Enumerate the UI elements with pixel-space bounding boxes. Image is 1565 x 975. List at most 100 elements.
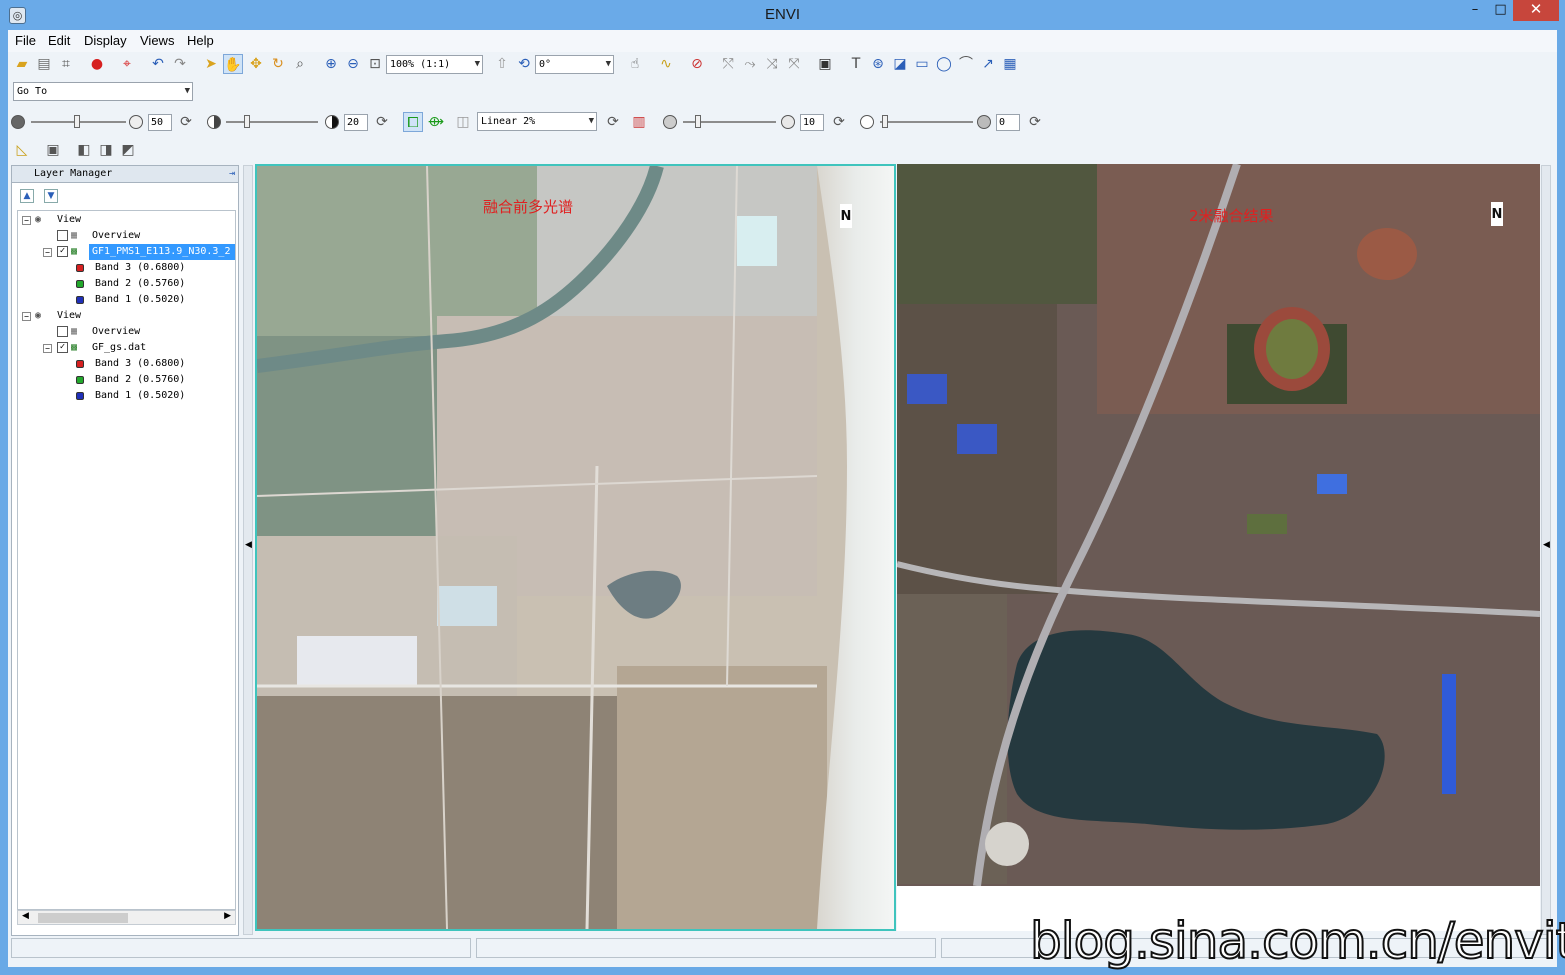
menu-file[interactable]: File (15, 33, 36, 48)
stretch-refresh-icon[interactable]: ◫ (453, 112, 473, 132)
title-bar[interactable]: ◎ ENVI – □ ✕ (0, 0, 1565, 30)
vector-b-icon[interactable]: ⤳ (740, 54, 760, 74)
collapse-toggle-icon[interactable]: − (43, 344, 52, 353)
overview-checkbox[interactable] (57, 326, 68, 337)
contrast-slider[interactable] (226, 115, 318, 128)
collapse-up-icon[interactable]: ▲ (20, 189, 34, 203)
stretch-type-select[interactable]: Linear 2% ▼ (477, 112, 597, 131)
tree-overview-node[interactable]: ▦ Overview (18, 324, 235, 340)
collapse-toggle-icon[interactable]: − (43, 248, 52, 257)
menu-views[interactable]: Views (140, 33, 174, 48)
stretch-reset-icon[interactable]: ⟳ (603, 112, 623, 132)
close-button[interactable]: ✕ (1513, 0, 1559, 21)
transparency-reset-icon[interactable]: ⟳ (1025, 112, 1045, 132)
sharpen-reset-icon[interactable]: ⟳ (829, 112, 849, 132)
histogram-icon[interactable]: ▥ (629, 112, 649, 132)
zoom-tool-icon[interactable]: ⌕ (290, 54, 310, 74)
view-blend-icon[interactable]: ◧ (74, 140, 94, 160)
maximize-button[interactable]: □ (1488, 0, 1513, 21)
tree-view-node[interactable]: − ◉ View (18, 212, 235, 228)
collapse-right-panel-icon[interactable]: ◀ (1543, 540, 1550, 550)
crop-icon[interactable]: ⌗ (56, 54, 76, 74)
layer-checkbox[interactable]: ✓ (57, 342, 68, 353)
collapse-toggle-icon[interactable]: − (22, 216, 31, 225)
arrow-annotation-icon[interactable]: ◪ (890, 54, 910, 74)
tree-band-node[interactable]: Band 3 (0.6800) (18, 356, 235, 372)
horizontal-scrollbar[interactable]: ◀ ▶ (17, 910, 236, 925)
roi-icon[interactable]: ⊘ (687, 54, 707, 74)
goto-select[interactable]: Go To ▼ (13, 82, 193, 101)
tree-layer-node[interactable]: − ✓ ▩ GF1_PMS1_E113.9_N30.3_2 (18, 244, 235, 260)
menu-display[interactable]: Display (84, 33, 127, 48)
rotate-up-icon[interactable]: ⇧ (492, 54, 512, 74)
panel-splitter[interactable]: ◀ (243, 165, 253, 935)
brightness-reset-icon[interactable]: ⟳ (176, 112, 196, 132)
contrast-input[interactable]: 20 (344, 114, 368, 131)
transparency-slider[interactable] (880, 115, 973, 128)
open-folder-icon[interactable]: ▰ (12, 54, 32, 74)
brightness-input[interactable]: 50 (148, 114, 172, 131)
overview-checkbox[interactable] (57, 230, 68, 241)
rectangle-annotation-icon[interactable]: ▭ (912, 54, 932, 74)
transparency-thumb[interactable] (882, 115, 888, 128)
ellipse-annotation-icon[interactable]: ◯ (934, 54, 954, 74)
text-annotation-icon[interactable]: T (846, 54, 866, 74)
polyline-annotation-icon[interactable]: ↗ (978, 54, 998, 74)
tree-band-node[interactable]: Band 1 (0.5020) (18, 292, 235, 308)
data-manager-icon[interactable]: ▤ (34, 54, 54, 74)
undo-icon[interactable]: ↶ (148, 54, 168, 74)
tree-overview-node[interactable]: ▦ Overview (18, 228, 235, 244)
portal-icon[interactable]: ▣ (43, 140, 63, 160)
stretch-full-icon[interactable]: ⧠ (403, 112, 423, 132)
vector-a-icon[interactable]: ⤲ (718, 54, 738, 74)
touch-icon[interactable]: ☝ (625, 54, 645, 74)
right-image-view[interactable]: 2米融合结果 N (897, 164, 1540, 931)
select-arrow-icon[interactable]: ➤ (201, 54, 221, 74)
tree-layer-node[interactable]: − ✓ ▩ GF_gs.dat (18, 340, 235, 356)
view-annotation-text[interactable]: 融合前多光谱 (483, 196, 573, 217)
layer-checkbox[interactable]: ✓ (57, 246, 68, 257)
sharpen-slider[interactable] (683, 115, 776, 128)
tree-band-node[interactable]: Band 1 (0.5020) (18, 388, 235, 404)
transparency-input[interactable]: 0 (996, 114, 1020, 131)
zoom-level-select[interactable]: 100% (1:1) ▼ (386, 55, 483, 74)
scroll-right-icon[interactable]: ▶ (224, 911, 231, 921)
pin-panel-icon[interactable]: ⇥ (229, 166, 235, 182)
spectral-profile-icon[interactable]: ∿ (656, 54, 676, 74)
symbol-icon[interactable]: ⊛ (868, 54, 888, 74)
crosshair-icon[interactable]: ⌖ (117, 54, 137, 74)
north-arrow-icon[interactable]: N (1491, 202, 1503, 226)
vector-d-icon[interactable]: ⤧ (784, 54, 804, 74)
zoom-in-icon[interactable]: ⊕ (321, 54, 341, 74)
tree-band-node[interactable]: Band 2 (0.5760) (18, 372, 235, 388)
stretch-view-icon[interactable]: ⟴ (426, 112, 446, 132)
left-image-view[interactable]: 融合前多光谱 N (255, 164, 896, 931)
tree-band-node[interactable]: Band 3 (0.6800) (18, 260, 235, 276)
scrollbar-thumb[interactable] (38, 913, 128, 923)
menu-edit[interactable]: Edit (48, 33, 70, 48)
view-annotation-text[interactable]: 2米融合结果 (1189, 205, 1274, 226)
vector-c-icon[interactable]: ⤨ (762, 54, 782, 74)
sharpen-input[interactable]: 10 (800, 114, 824, 131)
north-arrow-icon[interactable]: N (840, 204, 852, 228)
brightness-slider[interactable] (31, 115, 126, 128)
pan-hand-icon[interactable]: ✋ (223, 54, 243, 74)
view-flicker-icon[interactable]: ◨ (96, 140, 116, 160)
pixel-value-icon[interactable]: ▣ (815, 54, 835, 74)
measure-icon[interactable]: ◺ (12, 140, 32, 160)
view-swipe-icon[interactable]: ◩ (118, 140, 138, 160)
minimize-button[interactable]: – (1462, 0, 1488, 21)
rotation-select[interactable]: 0° ▼ (535, 55, 614, 74)
redo-icon[interactable]: ↷ (170, 54, 190, 74)
tree-band-node[interactable]: Band 2 (0.5760) (18, 276, 235, 292)
pin-icon[interactable]: ● (87, 54, 107, 74)
tree-view-node[interactable]: − ◉ View (18, 308, 235, 324)
contrast-thumb[interactable] (244, 115, 250, 128)
collapse-panel-icon[interactable]: ◀ (245, 540, 252, 550)
rotate-icon[interactable]: ↻ (268, 54, 288, 74)
collapse-toggle-icon[interactable]: − (22, 312, 31, 321)
menu-help[interactable]: Help (187, 33, 214, 48)
fly-icon[interactable]: ✥ (246, 54, 266, 74)
sharpen-thumb[interactable] (695, 115, 701, 128)
brightness-thumb[interactable] (74, 115, 80, 128)
